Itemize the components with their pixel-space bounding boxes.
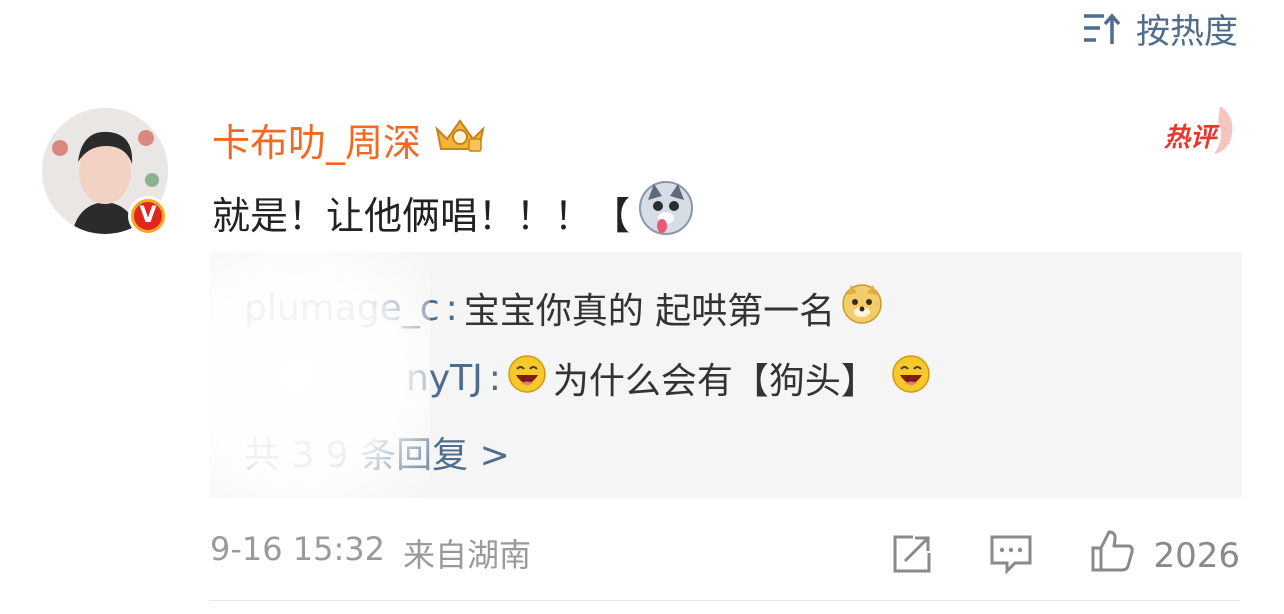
comment-source: 来自湖南	[403, 536, 532, 574]
thumbs-up-icon	[1089, 528, 1135, 583]
laugh-emoji-icon	[891, 354, 931, 403]
comment-meta: 9-16 15:32 来自湖南	[210, 530, 531, 576]
comment-body: 就是！让他俩唱！！！【	[212, 194, 631, 238]
reply-text: 宝宝你真的 起哄第一名	[463, 291, 836, 332]
reply-icon[interactable]	[989, 533, 1033, 579]
sort-icon	[1082, 10, 1122, 46]
username[interactable]: 卡布叻_周深	[212, 112, 421, 167]
reply-item[interactable]: nyTJ: 为什么会有【狗头】	[244, 352, 931, 404]
reply-colon: :	[445, 287, 458, 329]
comment-text: 就是！让他俩唱！！！【	[212, 180, 694, 245]
more-replies-link[interactable]: 共 3 9 条回复 >	[244, 426, 510, 478]
reply-item[interactable]: plumage_c: 宝宝你真的 起哄第一名	[244, 282, 883, 334]
hot-label: 热评	[1163, 123, 1220, 153]
divider	[210, 600, 1240, 601]
laugh-emoji-icon	[507, 354, 547, 403]
comment-actions: 2026	[891, 528, 1240, 583]
share-icon[interactable]	[891, 533, 933, 579]
sort-label: 按热度	[1136, 11, 1238, 52]
like-button[interactable]: 2026	[1089, 528, 1240, 583]
crown-badge-icon	[433, 115, 487, 164]
reply-colon: :	[488, 357, 501, 399]
replies-panel: plumage_c: 宝宝你真的 起哄第一名 nyTJ: 为什么会有【狗头】 共…	[210, 252, 1242, 498]
reply-text: 为什么会有【狗头】	[552, 361, 877, 402]
husky-dog-emoji-icon	[638, 180, 694, 245]
comment-date: 9-16 15:32	[210, 530, 386, 568]
reply-user[interactable]: plumage_c	[244, 288, 440, 329]
hot-comment-badge: 热评	[1160, 102, 1238, 162]
like-count: 2026	[1153, 535, 1240, 576]
doge-emoji-icon	[841, 283, 883, 334]
verified-v-icon: V	[128, 196, 168, 236]
comment-author[interactable]: 卡布叻_周深	[212, 112, 487, 167]
reply-user[interactable]: nyTJ	[406, 358, 483, 399]
sort-by-hot-button[interactable]: 按热度	[1082, 6, 1238, 52]
